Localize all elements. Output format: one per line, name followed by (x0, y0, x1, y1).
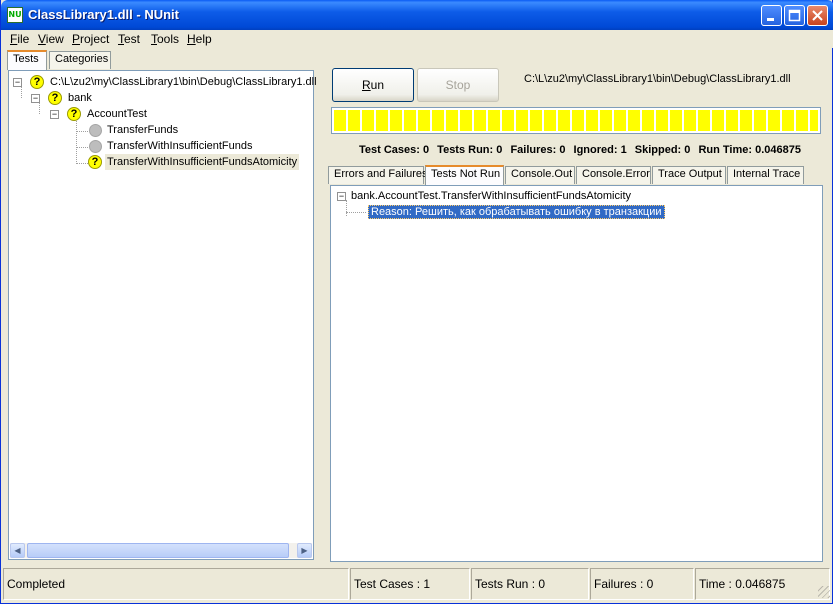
ignored-question-icon: ? (88, 155, 102, 169)
tree-node-label: bank (68, 92, 92, 104)
resize-grip-icon[interactable] (818, 586, 830, 598)
not-run-circle-icon (89, 140, 102, 153)
tab-trace-output[interactable]: Trace Output (652, 166, 726, 184)
stat-skipped: Skipped: 0 (634, 144, 691, 156)
stop-button[interactable]: Stop (417, 68, 499, 102)
progress-bar (331, 107, 821, 134)
collapse-icon[interactable]: − (13, 78, 22, 87)
menu-test[interactable]: Test (118, 32, 140, 46)
tree-guide-line (76, 131, 88, 132)
tree-node-label: C:\L\zu2\my\ClassLibrary1\bin\Debug\Clas… (50, 76, 317, 88)
status-tests-run: Tests Run : 0 (471, 568, 589, 600)
maximize-icon (788, 9, 801, 22)
tree-node-label: TransferFunds (107, 124, 179, 136)
minimize-icon (767, 18, 774, 21)
tab-tests[interactable]: Tests (7, 50, 47, 70)
tab-tests-not-run[interactable]: Tests Not Run (425, 165, 504, 185)
menu-tools[interactable]: Tools (151, 32, 179, 46)
not-run-reason: Reason: Решить, как обрабатывать ошибку … (368, 205, 665, 219)
menu-project[interactable]: Project (72, 32, 109, 46)
stat-test-cases: Test Cases: 0 (359, 144, 430, 156)
run-statistics: Test Cases: 0 Tests Run: 0 Failures: 0 I… (359, 144, 806, 156)
title-bar[interactable]: NU ClassLibrary1.dll - NUnit (1, 0, 833, 30)
window-title: ClassLibrary1.dll - NUnit (28, 7, 179, 22)
tab-console-out[interactable]: Console.Out (505, 166, 575, 184)
scroll-right-button[interactable]: ▶ (297, 543, 312, 558)
status-failures: Failures : 0 (590, 568, 694, 600)
assembly-path: C:\L\zu2\my\ClassLibrary1\bin\Debug\Clas… (524, 73, 791, 85)
status-bar: Completed Test Cases : 1 Tests Run : 0 F… (1, 568, 832, 600)
nunit-app-icon: NU (7, 7, 23, 23)
tree-guide-line (346, 200, 347, 216)
progress-fill (334, 110, 818, 131)
status-test-cases: Test Cases : 1 (350, 568, 470, 600)
stat-ignored: Ignored: 1 (573, 144, 627, 156)
chevron-left-icon: ◀ (14, 546, 21, 555)
ignored-question-icon: ? (30, 75, 44, 89)
run-button-label: Run (361, 78, 385, 92)
maximize-button[interactable] (784, 5, 805, 26)
menu-help[interactable]: Help (187, 32, 212, 46)
close-button[interactable] (807, 5, 828, 26)
tree-guide-line (76, 163, 88, 164)
tab-internal-trace[interactable]: Internal Trace (727, 166, 804, 184)
stat-failures: Failures: 0 (510, 144, 566, 156)
not-run-test-name: bank.AccountTest.TransferWithInsufficien… (351, 190, 632, 202)
tree-guide-line (76, 147, 88, 148)
tree-guide-line (76, 117, 77, 164)
test-tree[interactable]: − ? C:\L\zu2\my\ClassLibrary1\bin\Debug\… (8, 70, 317, 560)
ignored-question-icon: ? (48, 91, 62, 105)
status-time: Time : 0.046875 (695, 568, 830, 600)
tree-node-label: TransferWithInsufficientFundsAtomicity (105, 154, 300, 170)
stat-run-time: Run Time: 0.046875 (698, 144, 801, 156)
tab-errors-and-failures[interactable]: Errors and Failures (328, 166, 428, 184)
collapse-icon[interactable]: − (31, 94, 40, 103)
scrollbar-thumb[interactable] (27, 543, 289, 558)
ignored-question-icon: ? (67, 107, 81, 121)
status-state: Completed (3, 568, 349, 600)
panel-splitter[interactable] (318, 50, 324, 564)
chevron-right-icon: ▶ (301, 546, 308, 555)
collapse-icon[interactable]: − (50, 110, 59, 119)
collapse-icon[interactable]: − (337, 192, 346, 201)
run-button[interactable]: Run (332, 68, 414, 102)
tree-horizontal-scrollbar[interactable]: ◀ ▶ (10, 543, 312, 558)
nunit-window: NU ClassLibrary1.dll - NUnit File View P… (0, 0, 833, 604)
tests-not-run-tree[interactable]: − bank.AccountTest.TransferWithInsuffici… (330, 185, 823, 562)
stat-tests-run: Tests Run: 0 (437, 144, 503, 156)
menu-bar: File View Project Test Tools Help (1, 30, 833, 48)
scroll-left-button[interactable]: ◀ (10, 543, 25, 558)
close-icon (812, 10, 823, 21)
tree-guide-line (346, 212, 366, 213)
tab-console-error[interactable]: Console.Error (576, 166, 651, 184)
tab-categories[interactable]: Categories (49, 51, 111, 69)
not-run-circle-icon (89, 124, 102, 137)
menu-view[interactable]: View (38, 32, 64, 46)
menu-file[interactable]: File (10, 32, 29, 46)
tree-node-label: TransferWithInsufficientFunds (107, 140, 253, 152)
tree-node-label: AccountTest (87, 108, 147, 120)
not-run-reason-node[interactable]: Reason: Решить, как обрабатывать ошибку … (368, 204, 665, 220)
minimize-button[interactable] (761, 5, 782, 26)
